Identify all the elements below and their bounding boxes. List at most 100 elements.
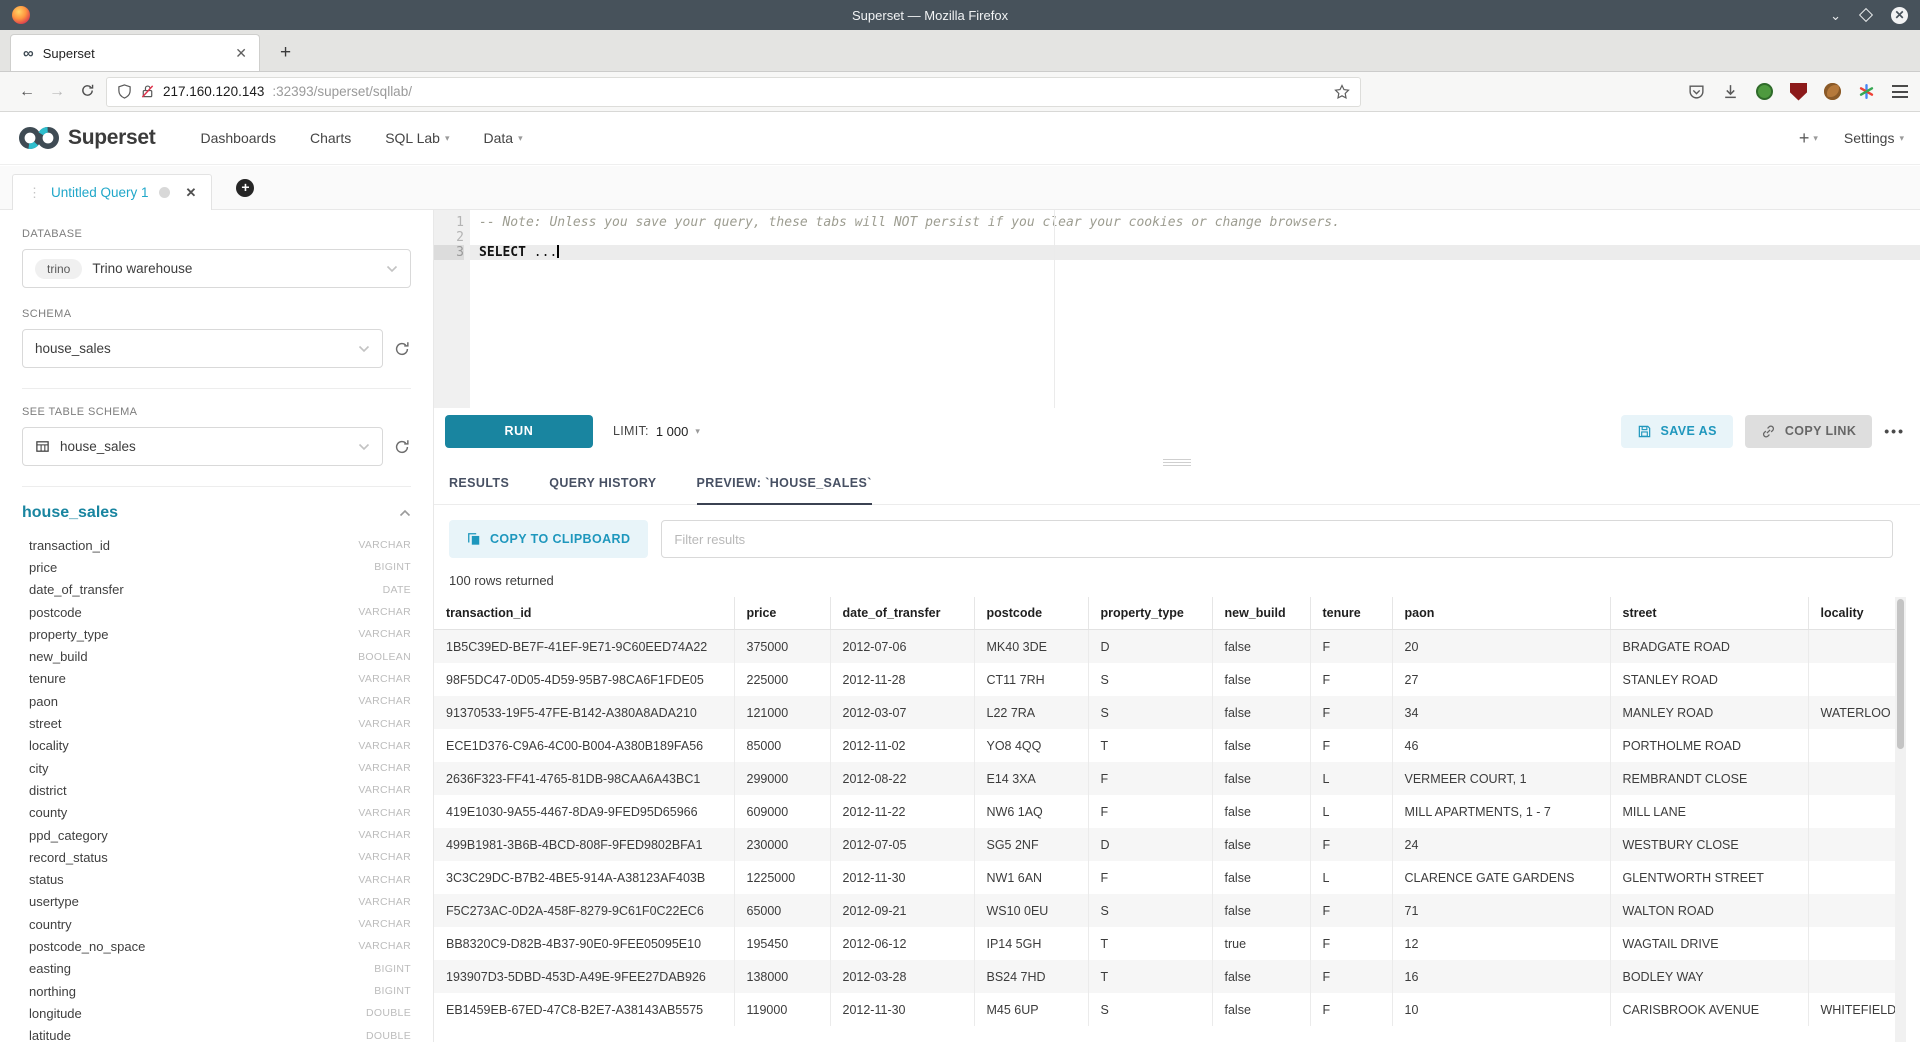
query-tab[interactable]: ⋮ Untitled Query 1 ✕: [12, 174, 212, 210]
insecure-lock-icon[interactable]: [140, 84, 155, 99]
menu-icon[interactable]: [1892, 85, 1908, 98]
table-cell: SG5 2NF: [974, 828, 1088, 861]
collapse-chevron-icon[interactable]: [399, 509, 411, 517]
sql-toolbar: RUN LIMIT: 1 000 ▾ SAVE AS: [434, 408, 1920, 454]
table-cell: NW6 1AQ: [974, 795, 1088, 828]
column-type: VARCHAR: [358, 628, 411, 640]
nav-charts[interactable]: Charts: [310, 130, 351, 146]
add-query-tab-button[interactable]: +: [236, 179, 254, 197]
nav-settings[interactable]: Settings▾: [1844, 130, 1904, 146]
forward-icon[interactable]: →: [42, 83, 72, 101]
pocket-icon[interactable]: [1688, 83, 1705, 100]
column-type: DATE: [383, 584, 411, 596]
close-query-tab-icon[interactable]: ✕: [186, 185, 197, 201]
column-type: VARCHAR: [358, 718, 411, 730]
table-cell: 1B5C39ED-BE7F-41EF-9E71-9C60EED74A22: [434, 630, 734, 664]
url-bar[interactable]: 217.160.120.143 :32393/superset/sqllab/: [106, 77, 1361, 107]
downloads-icon[interactable]: [1722, 83, 1739, 100]
column-name: date_of_transfer: [29, 582, 124, 597]
table-cell: D: [1088, 828, 1212, 861]
results-scrollbar[interactable]: [1895, 597, 1906, 1042]
table-row: F5C273AC-0D2A-458F-8279-9C61F0C22EC66500…: [434, 894, 1898, 927]
table-cell: EB1459EB-67ED-47C8-B2E7-A38143AB5575: [434, 993, 734, 1026]
extension-icon[interactable]: [1756, 83, 1773, 100]
add-new-button[interactable]: +▾: [1799, 128, 1818, 149]
database-select[interactable]: trino Trino warehouse: [22, 249, 411, 288]
nav-dashboards[interactable]: Dashboards: [200, 130, 276, 146]
schema-column-row: localityVARCHAR: [22, 735, 411, 757]
column-type: VARCHAR: [358, 740, 411, 752]
table-row: BB8320C9-D82B-4B37-90E0-9FEE05095E101954…: [434, 927, 1898, 960]
schema-column-row: eastingBIGINT: [22, 958, 411, 980]
tab-results[interactable]: RESULTS: [449, 476, 509, 504]
table-cell: false: [1212, 960, 1310, 993]
resize-handle[interactable]: [1163, 459, 1191, 466]
nav-sql-lab[interactable]: SQL Lab▾: [385, 130, 449, 146]
close-window-icon[interactable]: ✕: [1891, 7, 1908, 24]
table-cell: [1808, 630, 1898, 664]
table-cell: 46: [1392, 729, 1610, 762]
table-schema-heading[interactable]: house_sales: [22, 504, 118, 522]
table-cell: WALTON ROAD: [1610, 894, 1808, 927]
tab-preview-house-sales[interactable]: PREVIEW: `HOUSE_SALES`: [697, 476, 872, 505]
limit-dropdown[interactable]: LIMIT: 1 000 ▾: [613, 424, 700, 439]
schema-column-row: record_statusVARCHAR: [22, 846, 411, 868]
back-icon[interactable]: ←: [12, 83, 42, 101]
extension-asterisk-icon[interactable]: [1858, 83, 1875, 100]
table-cell: false: [1212, 762, 1310, 795]
column-header[interactable]: postcode: [974, 597, 1088, 630]
column-name: transaction_id: [29, 538, 110, 553]
column-header[interactable]: street: [1610, 597, 1808, 630]
schema-select[interactable]: house_sales: [22, 329, 383, 368]
column-header[interactable]: property_type: [1088, 597, 1212, 630]
table-cell: F5C273AC-0D2A-458F-8279-9C61F0C22EC6: [434, 894, 734, 927]
table-cell: 2012-03-28: [830, 960, 974, 993]
save-as-button[interactable]: SAVE AS: [1621, 415, 1733, 448]
table-cell: WESTBURY CLOSE: [1610, 828, 1808, 861]
maximize-icon[interactable]: [1859, 8, 1873, 22]
column-type: VARCHAR: [358, 851, 411, 863]
column-header[interactable]: paon: [1392, 597, 1610, 630]
table-select[interactable]: house_sales: [22, 427, 383, 466]
shield-icon[interactable]: [117, 84, 132, 99]
minimize-icon[interactable]: ⌄: [1830, 9, 1841, 22]
drag-handle-icon[interactable]: ⋮: [28, 185, 41, 201]
run-button[interactable]: RUN: [445, 415, 593, 448]
copy-to-clipboard-button[interactable]: COPY TO CLIPBOARD: [449, 520, 648, 558]
column-type: BIGINT: [374, 561, 411, 573]
scrollbar-thumb[interactable]: [1897, 599, 1904, 749]
browser-tab[interactable]: ∞ Superset ✕: [10, 34, 260, 71]
table-cell: false: [1212, 696, 1310, 729]
new-tab-icon[interactable]: +: [280, 43, 291, 62]
table-cell: T: [1088, 927, 1212, 960]
filter-results-input[interactable]: [661, 520, 1893, 558]
column-header[interactable]: locality: [1808, 597, 1898, 630]
column-name: usertype: [29, 894, 79, 909]
column-type: BOOLEAN: [358, 651, 411, 663]
schema-column-row: ppd_categoryVARCHAR: [22, 824, 411, 846]
column-type: VARCHAR: [358, 539, 411, 551]
column-header[interactable]: price: [734, 597, 830, 630]
cookie-extension-icon[interactable]: [1824, 83, 1841, 100]
more-actions-button[interactable]: •••: [1884, 423, 1905, 439]
schema-column-row: property_typeVARCHAR: [22, 623, 411, 645]
nav-data[interactable]: Data▾: [483, 130, 522, 146]
superset-logo[interactable]: Superset: [16, 123, 155, 153]
tab-query-history[interactable]: QUERY HISTORY: [549, 476, 656, 504]
column-type: VARCHAR: [358, 606, 411, 618]
reload-icon[interactable]: [72, 83, 102, 101]
bookmark-star-icon[interactable]: [1334, 84, 1350, 100]
browser-tab-title: Superset: [43, 46, 227, 61]
sql-editor[interactable]: 1 2 3 -- Note: Unless you save your quer…: [434, 210, 1920, 408]
close-tab-icon[interactable]: ✕: [235, 45, 247, 62]
column-header[interactable]: tenure: [1310, 597, 1392, 630]
column-type: VARCHAR: [358, 896, 411, 908]
column-header[interactable]: new_build: [1212, 597, 1310, 630]
table-cell: BS24 7HD: [974, 960, 1088, 993]
refresh-schema-icon[interactable]: [393, 340, 411, 358]
copy-link-button[interactable]: COPY LINK: [1745, 415, 1872, 448]
refresh-tables-icon[interactable]: [393, 438, 411, 456]
ublock-shield-icon[interactable]: [1790, 83, 1807, 101]
column-header[interactable]: date_of_transfer: [830, 597, 974, 630]
column-header[interactable]: transaction_id: [434, 597, 734, 630]
